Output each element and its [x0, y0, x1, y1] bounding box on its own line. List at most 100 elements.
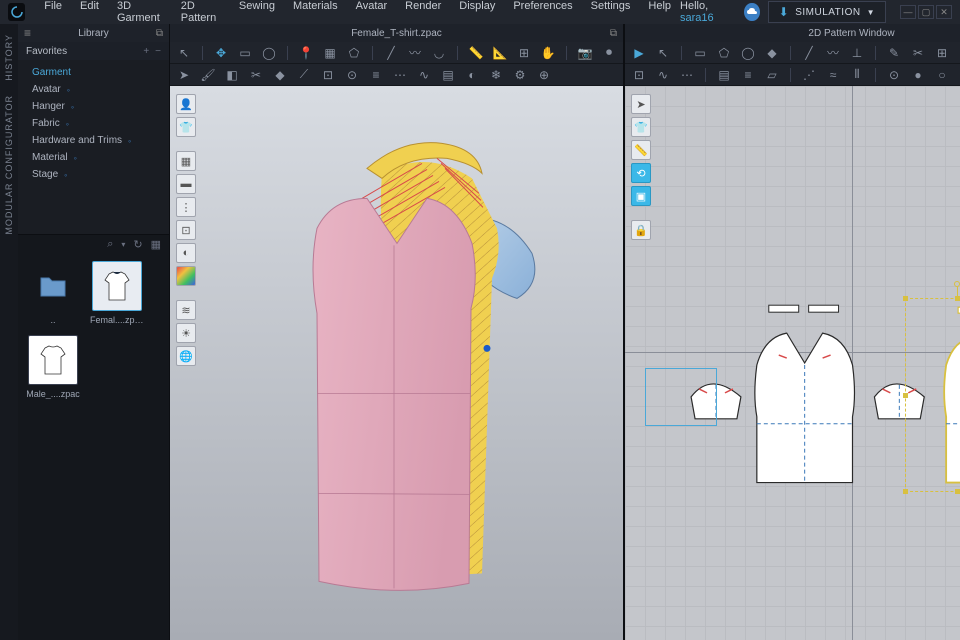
- cat-hanger[interactable]: Hanger◦: [18, 98, 169, 115]
- tool-zipper[interactable]: ≡: [368, 67, 384, 83]
- tool-2d-pleat[interactable]: ⫴: [849, 67, 865, 83]
- cat-stage[interactable]: Stage◦: [18, 166, 169, 183]
- tool-2d-line[interactable]: ╱: [801, 45, 817, 61]
- tool-2d-rect[interactable]: ▭: [692, 45, 708, 61]
- tool-pan[interactable]: ✋: [540, 45, 556, 61]
- tool-2d-iron[interactable]: ▱: [764, 67, 780, 83]
- tool-2d-bind[interactable]: ▤: [716, 67, 732, 83]
- username[interactable]: sara16: [680, 12, 714, 24]
- chevron-down-icon[interactable]: ▾: [121, 240, 125, 249]
- viewport-3d[interactable]: 👤 👕 ▦ ▬ ⋮ ⊡ ◐ ≋ ☀ 🌐: [170, 86, 623, 640]
- tool-brush[interactable]: 🖌: [200, 67, 216, 83]
- vtool-wind[interactable]: ≋: [176, 300, 196, 320]
- vtool-world[interactable]: 🌐: [176, 346, 196, 366]
- app-logo[interactable]: [8, 3, 25, 21]
- tool-2d-dart[interactable]: ◆: [764, 45, 780, 61]
- vtool-2d-lock[interactable]: 🔒: [631, 220, 651, 240]
- vtool-seamline[interactable]: ⋮: [176, 197, 196, 217]
- thumb-female-tshirt[interactable]: Femal....zpac: [90, 261, 144, 325]
- tool-pin[interactable]: 📍: [298, 45, 314, 61]
- tab-history[interactable]: HISTORY: [4, 34, 14, 81]
- tool-seam[interactable]: ∿: [416, 67, 432, 83]
- tool-snap[interactable]: ⊞: [516, 45, 532, 61]
- tool-tape[interactable]: 📐: [492, 45, 508, 61]
- tab-modular-configurator[interactable]: MODULAR CONFIGURATOR: [4, 95, 14, 235]
- vtool-2d-show[interactable]: ▣: [631, 186, 651, 206]
- tool-stitch[interactable]: ⋯: [392, 67, 408, 83]
- popout-icon[interactable]: ⧉: [156, 28, 163, 39]
- tool-2d-circle[interactable]: ◯: [740, 45, 756, 61]
- vtool-internal[interactable]: ⊡: [176, 220, 196, 240]
- cloud-sync-icon[interactable]: [744, 3, 760, 21]
- tool-2d-offset[interactable]: ⊞: [934, 45, 950, 61]
- cat-avatar[interactable]: Avatar◦: [18, 81, 169, 98]
- tool-2d-edit[interactable]: ↖: [655, 45, 671, 61]
- tool-camera[interactable]: 📷: [577, 45, 593, 61]
- tool-cut[interactable]: ✂: [248, 67, 264, 83]
- tool-polygon[interactable]: ⬠: [346, 45, 362, 61]
- vtool-shade[interactable]: ◐: [176, 243, 196, 263]
- add-icon[interactable]: +: [143, 46, 149, 57]
- tool-mesh[interactable]: ▦: [322, 45, 338, 61]
- tool-freeze[interactable]: ❄: [488, 67, 504, 83]
- vtool-thick[interactable]: ▬: [176, 174, 196, 194]
- tool-curve[interactable]: 〰: [407, 45, 423, 61]
- tool-line[interactable]: ╱: [383, 45, 399, 61]
- remove-icon[interactable]: −: [155, 46, 161, 57]
- tool-2d-select[interactable]: ▶: [631, 45, 647, 61]
- viewport-2d[interactable]: ➤ 👕 📏 ⟲ ▣ 🔒: [625, 86, 960, 640]
- hamburger-icon[interactable]: ≡: [24, 26, 31, 40]
- tool-fold[interactable]: ⟋: [296, 67, 312, 83]
- vtool-texture[interactable]: ▦: [176, 151, 196, 171]
- cat-garment[interactable]: Garment: [18, 64, 169, 81]
- vtool-2d-sync[interactable]: ⟲: [631, 163, 651, 183]
- garment-3d-model[interactable]: [247, 113, 547, 593]
- tool-opacity[interactable]: ◐: [464, 67, 480, 83]
- tool-2d-piping[interactable]: ≡: [740, 67, 756, 83]
- tool-eraser[interactable]: ◧: [224, 67, 240, 83]
- vtool-2d-arrow[interactable]: ➤: [631, 94, 651, 114]
- tool-2d-topstitch[interactable]: ⋰: [801, 67, 817, 83]
- vtool-garment[interactable]: 👕: [176, 117, 196, 137]
- tool-lasso[interactable]: ◯: [261, 45, 277, 61]
- grid-view-icon[interactable]: ▦: [151, 238, 161, 251]
- tool-2d-sew[interactable]: ⊡: [631, 67, 647, 83]
- tool-2d-curve[interactable]: 〰: [825, 45, 841, 61]
- tool-move[interactable]: ✥: [213, 45, 229, 61]
- popout-icon[interactable]: ⧉: [610, 28, 617, 39]
- tool-fit[interactable]: ⊕: [536, 67, 552, 83]
- tool-record[interactable]: ⏺: [601, 45, 617, 61]
- tool-2d-pucker[interactable]: ≈: [825, 67, 841, 83]
- tool-cursor2[interactable]: ➤: [176, 67, 192, 83]
- thumb-male-tshirt[interactable]: Male_....zpac: [26, 335, 80, 399]
- tool-select[interactable]: ↖: [176, 45, 192, 61]
- tool-2d-poly[interactable]: ⬠: [716, 45, 732, 61]
- window-maximize[interactable]: ▢: [918, 5, 934, 19]
- dashed-selection-box[interactable]: [905, 298, 960, 492]
- tool-dart[interactable]: ◆: [272, 67, 288, 83]
- vtool-avatar[interactable]: 👤: [176, 94, 196, 114]
- selection-box[interactable]: [645, 368, 717, 426]
- tool-strengthen[interactable]: ⚙: [512, 67, 528, 83]
- tool-2d-trace[interactable]: ✎: [886, 45, 902, 61]
- cat-material[interactable]: Material◦: [18, 149, 169, 166]
- tool-2d-segment[interactable]: ⋯: [679, 67, 695, 83]
- tool-2d-notch[interactable]: ⊥: [849, 45, 865, 61]
- tool-measure[interactable]: 📏: [468, 45, 484, 61]
- tool-2d-hole[interactable]: ○: [934, 67, 950, 83]
- cat-fabric[interactable]: Fabric◦: [18, 115, 169, 132]
- tool-button[interactable]: ⊙: [344, 67, 360, 83]
- refresh-icon[interactable]: ↻: [133, 238, 142, 251]
- vtool-2d-garment[interactable]: 👕: [631, 117, 651, 137]
- vtool-stress[interactable]: [176, 266, 196, 286]
- tool-binding[interactable]: ⊡: [320, 67, 336, 83]
- thumb-parent-folder[interactable]: ..: [26, 261, 80, 325]
- tool-2d-freesew[interactable]: ∿: [655, 67, 671, 83]
- window-minimize[interactable]: —: [900, 5, 916, 19]
- tool-layer[interactable]: ▤: [440, 67, 456, 83]
- tool-2d-tack[interactable]: ⊙: [886, 67, 902, 83]
- tool-2d-btn[interactable]: ●: [910, 67, 926, 83]
- tool-arc[interactable]: ◡: [431, 45, 447, 61]
- tool-marquee[interactable]: ▭: [237, 45, 253, 61]
- library-favorites[interactable]: Favorites +−: [18, 42, 169, 60]
